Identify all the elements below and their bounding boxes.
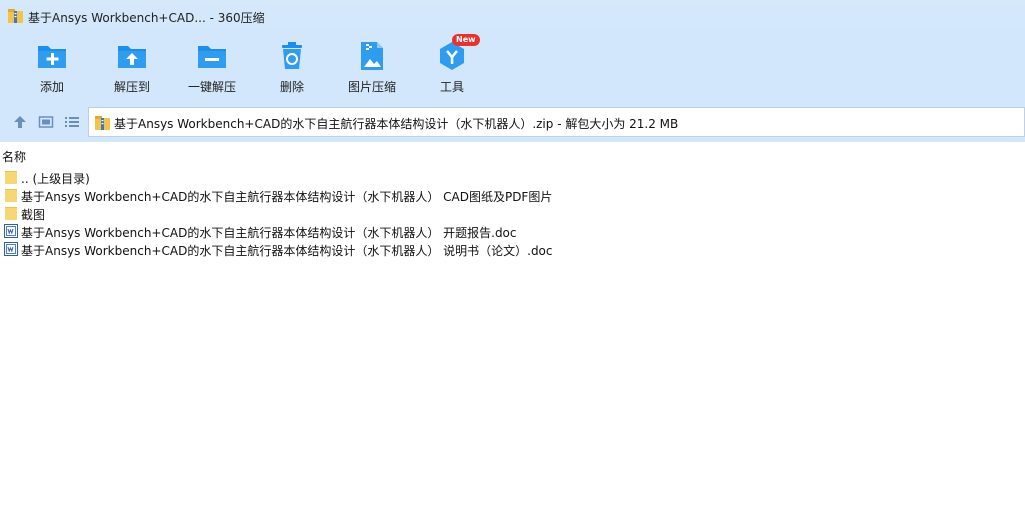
- word-doc-icon: [4, 224, 18, 238]
- one-click-extract-icon: [198, 46, 226, 68]
- tools-button[interactable]: New 工具: [412, 34, 492, 100]
- file-name: 基于Ansys Workbench+CAD的水下自主航行器本体结构设计（水下机器…: [21, 244, 553, 258]
- image-compress-icon: [361, 42, 383, 70]
- list-item[interactable]: 基于Ansys Workbench+CAD的水下自主航行器本体结构设计（水下机器…: [0, 240, 1025, 258]
- address-bar: 基于Ansys Workbench+CAD的水下自主航行器本体结构设计（水下机器…: [0, 102, 1025, 142]
- up-arrow-icon[interactable]: [12, 114, 28, 130]
- extract-to-folder-icon: [118, 46, 146, 68]
- thumbnail-view-icon[interactable]: [38, 114, 54, 130]
- trash-icon: [282, 42, 302, 69]
- tools-label: 工具: [439, 80, 464, 94]
- add-label: 添加: [39, 80, 64, 94]
- list-item[interactable]: .. (上级目录): [0, 168, 1025, 186]
- archive-icon: [95, 116, 110, 130]
- word-doc-icon: [4, 242, 18, 256]
- folder-icon: [5, 171, 17, 184]
- image-compress-label: 图片压缩: [347, 80, 396, 94]
- add-folder-icon: [38, 46, 66, 68]
- list-item[interactable]: 基于Ansys Workbench+CAD的水下自主航行器本体结构设计（水下机器…: [0, 222, 1025, 240]
- file-list: .. (上级目录) 基于Ansys Workbench+CAD的水下自主航行器本…: [0, 168, 1025, 258]
- folder-icon: [5, 207, 17, 220]
- file-name: .. (上级目录): [21, 172, 90, 186]
- file-name: 基于Ansys Workbench+CAD的水下自主航行器本体结构设计（水下机器…: [21, 190, 553, 204]
- list-item[interactable]: 截图: [0, 204, 1025, 222]
- list-item[interactable]: 基于Ansys Workbench+CAD的水下自主航行器本体结构设计（水下机器…: [0, 186, 1025, 204]
- list-view-icon[interactable]: [64, 114, 80, 130]
- file-name: 基于Ansys Workbench+CAD的水下自主航行器本体结构设计（水下机器…: [21, 226, 517, 240]
- column-name-header[interactable]: 名称: [2, 148, 26, 165]
- image-compress-button[interactable]: 图片压缩: [332, 40, 412, 100]
- archive-icon: [8, 9, 23, 23]
- add-button[interactable]: 添加: [12, 40, 92, 100]
- file-name: 截图: [21, 208, 46, 222]
- window-title: 基于Ansys Workbench+CAD... - 360压缩: [28, 11, 265, 25]
- new-badge: New: [452, 34, 480, 46]
- address-text: 基于Ansys Workbench+CAD的水下自主航行器本体结构设计（水下机器…: [114, 117, 679, 131]
- delete-button[interactable]: 删除: [252, 40, 332, 100]
- extract-to-label: 解压到: [113, 80, 150, 94]
- address-field[interactable]: 基于Ansys Workbench+CAD的水下自主航行器本体结构设计（水下机器…: [88, 107, 1025, 137]
- delete-label: 删除: [279, 80, 304, 94]
- one-click-extract-label: 一键解压: [187, 80, 236, 94]
- one-click-extract-button[interactable]: 一键解压: [172, 40, 252, 100]
- column-header: 名称: [0, 142, 1025, 166]
- folder-icon: [5, 189, 17, 202]
- extract-to-button[interactable]: 解压到: [92, 40, 172, 100]
- toolbar: 添加 解压到 一键解压 删除 图片压缩 New 工具: [0, 34, 1025, 102]
- title-bar: 基于Ansys Workbench+CAD... - 360压缩: [0, 0, 1025, 34]
